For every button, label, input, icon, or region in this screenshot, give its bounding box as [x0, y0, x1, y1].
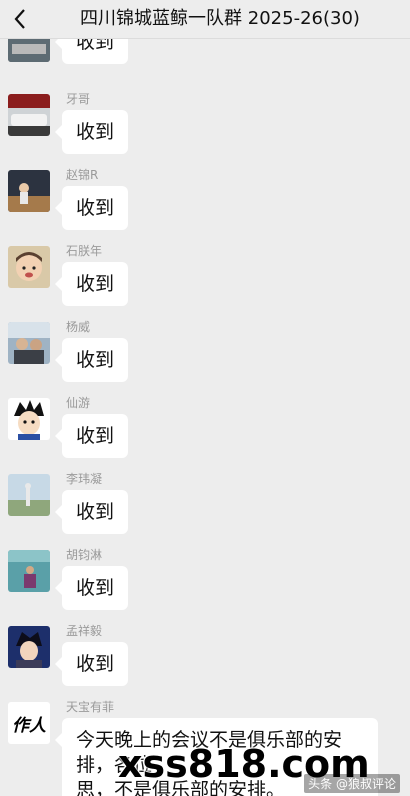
chat-header: 四川锦城蓝鲸一队群 2025-26(30) — [0, 0, 410, 39]
sender-name: 牙哥 — [66, 92, 91, 106]
sender-name: 石朕年 — [66, 244, 103, 258]
sender-name: 杨威 — [66, 320, 91, 334]
message-bubble[interactable]: 收到 — [54, 642, 129, 686]
calligraphy-avatar-icon[interactable]: 作人 — [8, 702, 50, 744]
chat-title: 四川锦城蓝鲸一队群 2025-26(30) — [80, 8, 360, 29]
message-bubble[interactable]: 收到 — [54, 38, 129, 64]
outdoor-photo-icon[interactable] — [8, 474, 50, 516]
couple-photo-icon[interactable] — [8, 322, 50, 364]
message-bubble[interactable]: 收到 — [54, 110, 129, 154]
basketball-court-photo-icon[interactable] — [8, 170, 50, 212]
message-list[interactable]: 收到 牙哥 收到 赵锦R 收到 石朕年 收到 杨威 收到 仙游 收到 李玮凝 收… — [0, 38, 410, 796]
avatar-text: 作人 — [12, 715, 46, 736]
anime-character-icon[interactable] — [8, 398, 50, 440]
child-photo-icon[interactable] — [8, 246, 50, 288]
sender-name: 李玮凝 — [66, 472, 103, 486]
sender-name: 胡钧淋 — [66, 548, 103, 562]
sender-name: 孟祥毅 — [66, 624, 103, 638]
chevron-left-icon — [14, 9, 25, 29]
message-bubble[interactable]: 收到 — [54, 262, 129, 306]
car-photo-icon[interactable] — [8, 94, 50, 136]
sender-name: 天宝有菲 — [66, 700, 115, 714]
message-bubble[interactable]: 收到 — [54, 414, 129, 458]
car-photo-icon[interactable] — [8, 38, 50, 62]
sender-name: 仙游 — [66, 396, 91, 410]
message-bubble[interactable]: 收到 — [54, 338, 129, 382]
sender-name: 赵锦R — [66, 168, 99, 182]
message-bubble[interactable]: 收到 — [54, 490, 129, 534]
seaside-photo-icon[interactable] — [8, 550, 50, 592]
message-bubble[interactable]: 收到 — [54, 566, 129, 610]
source-credit: 头条 @狼叔评论 — [304, 774, 400, 793]
anime-boy-icon[interactable] — [8, 626, 50, 668]
back-button[interactable] — [8, 5, 32, 33]
message-bubble[interactable]: 收到 — [54, 186, 129, 230]
